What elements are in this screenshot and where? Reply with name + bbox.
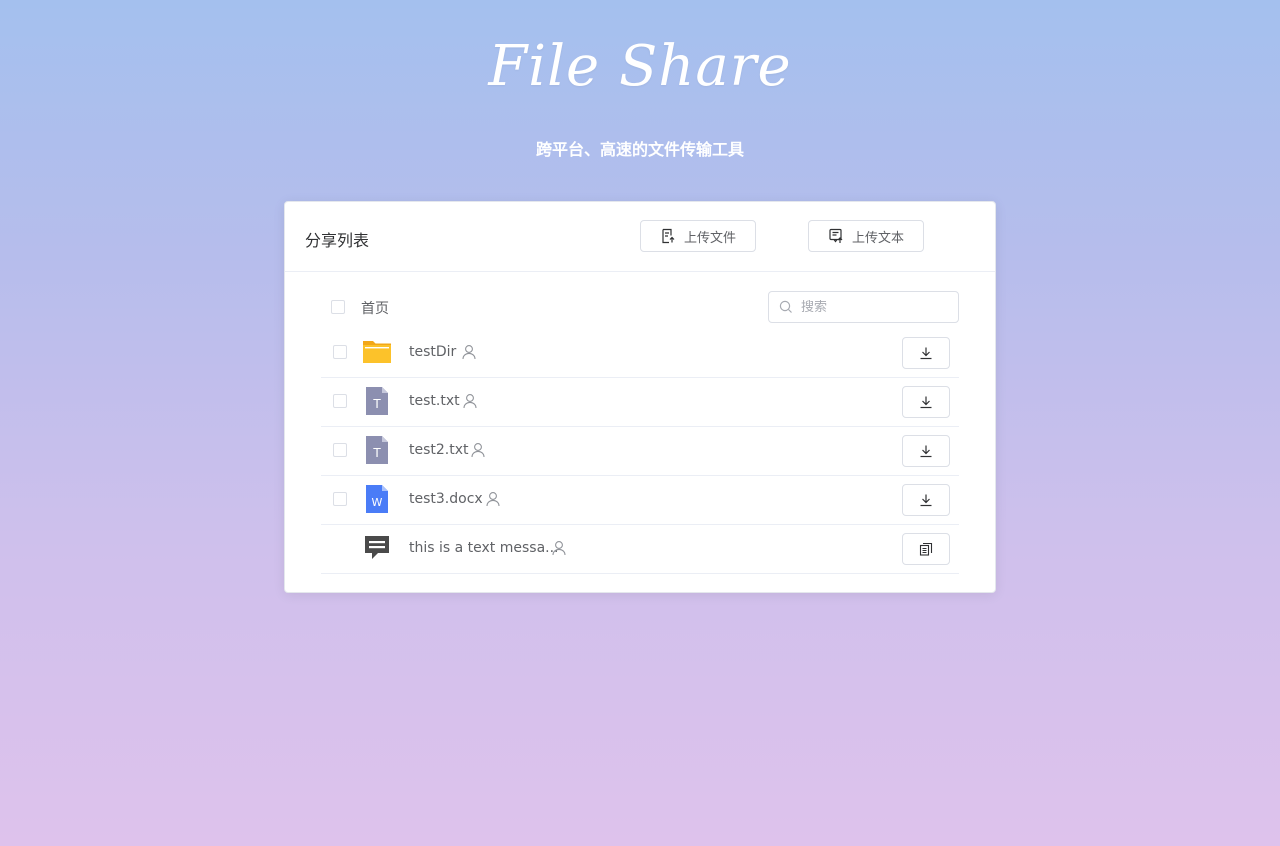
file-name[interactable]: test2.txt [409,442,469,458]
search-input[interactable] [801,299,941,315]
upload-text-label: 上传文本 [851,230,904,246]
message-icon [365,536,389,559]
svg-text:T: T [372,446,381,460]
file-row[interactable]: T test2.txt [321,427,959,476]
row-checkbox[interactable] [333,345,347,359]
user-icon [471,443,485,458]
user-icon [463,394,477,409]
download-button[interactable] [902,337,950,369]
text-file-icon: T [366,387,388,415]
download-icon [920,396,932,409]
file-row[interactable]: T test.txt [321,378,959,427]
download-icon [920,445,932,458]
share-list-card: 分享列表 上传文件 上传文本 首页 搜索 testDir T test.txt … [284,201,996,593]
user-icon [552,541,566,556]
file-row[interactable]: testDir [321,329,959,378]
text-file-icon: T [366,436,388,464]
download-button[interactable] [902,435,950,467]
upload-text-button[interactable]: 上传文本 [808,220,924,252]
folder-icon [363,341,391,363]
card-title: 分享列表 [305,231,370,250]
download-button[interactable] [902,484,950,516]
select-all-checkbox[interactable] [331,300,345,314]
search-icon [779,300,792,313]
upload-file-label: 上传文件 [683,230,736,246]
row-checkbox[interactable] [333,394,347,408]
copy-icon [919,542,933,556]
download-button[interactable] [902,386,950,418]
app-tagline: 跨平台、高速的文件传输工具 [535,140,744,159]
message-preview[interactable]: this is a text messa... [409,540,559,556]
file-name[interactable]: test3.docx [409,491,483,507]
upload-file-icon [662,228,675,244]
list-toolbar: 首页 [321,291,959,323]
user-icon [486,492,500,507]
file-name[interactable]: testDir [409,344,456,360]
file-row[interactable]: W test3.docx [321,476,959,525]
file-name[interactable]: test.txt [409,393,460,409]
upload-file-button[interactable]: 上传文件 [640,220,756,252]
row-checkbox[interactable] [333,492,347,506]
breadcrumb-home[interactable]: 首页 [361,298,389,318]
user-icon [462,345,476,360]
svg-text:W: W [372,496,383,509]
file-list: testDir T test.txt T test2.txt W test3.d… [321,329,959,574]
svg-text:T: T [372,397,381,411]
card-header: 分享列表 上传文件 上传文本 [285,202,995,272]
word-file-icon: W [366,485,388,513]
copy-button[interactable] [902,533,950,565]
download-icon [920,347,932,360]
download-icon [920,494,932,507]
search-box[interactable] [768,291,959,323]
app-logo: File Share [488,34,792,99]
upload-text-icon [829,228,843,243]
row-checkbox[interactable] [333,443,347,457]
text-message-row[interactable]: this is a text messa... [321,525,959,574]
